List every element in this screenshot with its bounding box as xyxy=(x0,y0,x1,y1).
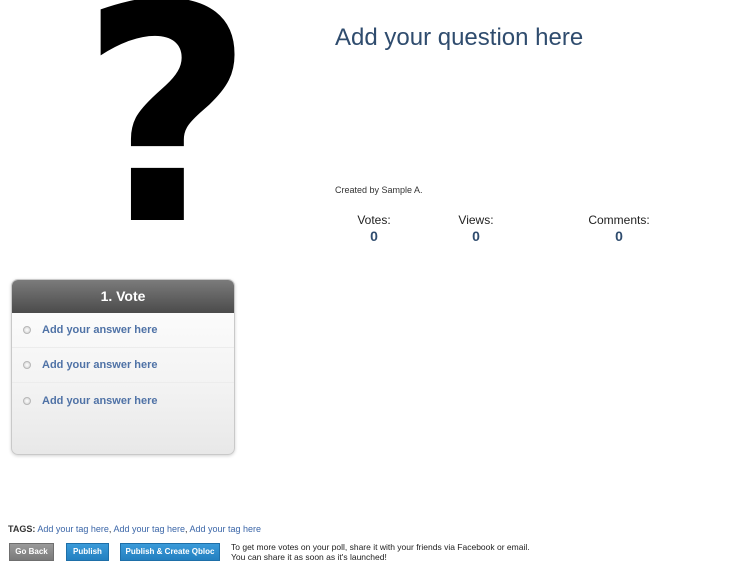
views-stat: Views: 0 xyxy=(436,213,516,244)
share-info-line-2: You can share it as soon as it's launche… xyxy=(231,552,387,562)
question-mark-image: ? xyxy=(79,0,255,291)
radio-button[interactable] xyxy=(23,396,31,405)
votes-label: Votes: xyxy=(357,213,391,227)
publish-create-button[interactable]: Publish & Create Qbloc xyxy=(120,543,220,561)
answer-option-3[interactable]: Add your answer here xyxy=(12,383,234,418)
publish-button[interactable]: Publish xyxy=(66,543,109,561)
comments-stat: Comments: 0 xyxy=(579,213,659,244)
comments-label: Comments: xyxy=(588,213,650,227)
answer-label[interactable]: Add your answer here xyxy=(42,395,158,407)
answer-label[interactable]: Add your answer here xyxy=(42,324,158,336)
votes-count: 0 xyxy=(370,228,378,244)
vote-panel: 1. Vote Add your answer here Add your an… xyxy=(11,279,235,455)
share-info: To get more votes on your poll, share it… xyxy=(231,542,591,562)
tags-label: TAGS: xyxy=(8,524,36,534)
tag-link[interactable]: Add your tag here xyxy=(190,524,262,534)
share-info-line-1: To get more votes on your poll, share it… xyxy=(231,542,530,552)
poll-question[interactable]: Add your question here xyxy=(335,24,583,52)
tag-link[interactable]: Add your tag here xyxy=(37,524,109,534)
tags-row: TAGS: Add your tag here, Add your tag he… xyxy=(8,524,261,534)
answer-option-2[interactable]: Add your answer here xyxy=(12,348,234,383)
views-label: Views: xyxy=(458,213,494,227)
go-back-button[interactable]: Go Back xyxy=(9,543,54,561)
views-count: 0 xyxy=(472,228,480,244)
created-by: Created by Sample A. xyxy=(335,185,423,195)
comments-count: 0 xyxy=(615,228,623,244)
tag-link[interactable]: Add your tag here xyxy=(113,524,185,534)
radio-button[interactable] xyxy=(23,326,31,334)
vote-panel-header: 1. Vote xyxy=(12,280,234,313)
votes-stat: Votes: 0 xyxy=(334,213,414,244)
radio-button[interactable] xyxy=(23,361,31,369)
answer-option-1[interactable]: Add your answer here xyxy=(12,313,234,348)
answer-label[interactable]: Add your answer here xyxy=(42,359,158,371)
